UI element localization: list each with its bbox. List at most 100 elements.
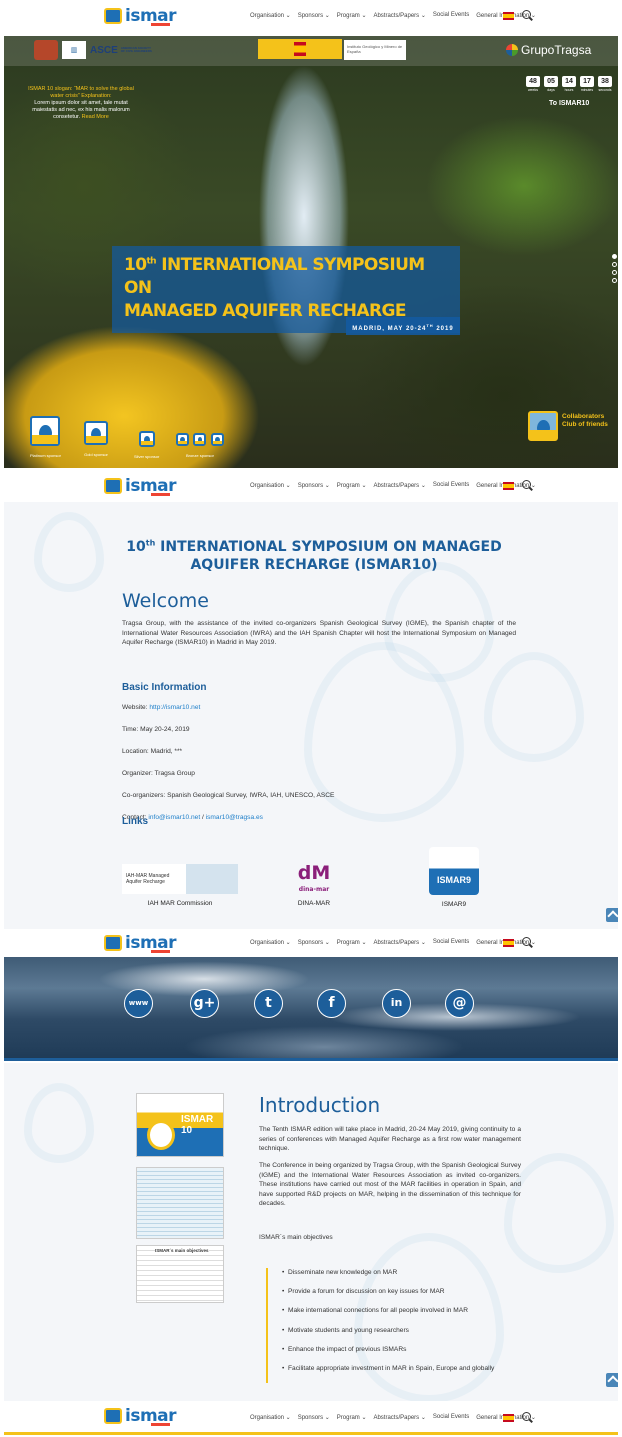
ismar-logo[interactable]: ismar [104,476,177,498]
menu-organisation[interactable]: Organisation ⌄ [250,939,291,946]
spanish-flag-icon[interactable] [503,12,514,20]
spanish-flag-icon[interactable] [503,1414,514,1422]
silver-sponsor[interactable]: Silver sponsor [134,431,159,459]
twitter-icon[interactable]: t [254,989,283,1018]
info-organizer: Organizer: Tragsa Group [122,770,195,777]
collaborators-link[interactable]: Collaborators Club of friends [528,411,618,446]
link-ismar9[interactable]: ISMAR9 ISMAR9 [429,847,479,908]
program-thumbnail[interactable] [136,1167,224,1239]
objectives-thumbnail[interactable]: ISMAR´s main objectives [136,1245,224,1303]
bronze-sponsor[interactable]: Bronze sponsor [176,433,224,458]
slider-dot[interactable] [612,254,617,259]
menu-organisation[interactable]: Organisation ⌄ [250,482,291,489]
menu-organisation[interactable]: Organisation ⌄ [250,1414,291,1421]
countdown-label: hours [564,88,574,92]
intro-paragraph-3: ISMAR´s main objectives [259,1234,333,1241]
grupotragsa-logo: GrupoTragsa [506,41,616,59]
countdown-seconds: 38 seconds [598,76,612,92]
logo-badge-icon [104,1408,122,1424]
read-more-link[interactable]: Read More [82,114,109,120]
website-icon[interactable]: www [124,989,153,1018]
menu-program[interactable]: Program ⌄ [337,939,367,946]
slider-dot[interactable] [612,270,617,275]
gold-sponsor[interactable]: Gold sponsor [84,421,108,457]
main-menu: Organisation ⌄ Sponsors ⌄ Program ⌄ Abst… [250,12,543,19]
hero-date-badge: MADRID, MAY 20-24TH 2019 [346,317,460,335]
link-caption: IAH MAR Commission [147,900,213,907]
platinum-sponsor[interactable]: Platinum sponsor [30,416,61,458]
menu-sponsors[interactable]: Sponsors ⌄ [298,1414,330,1421]
welcome-title: Welcome [122,590,209,612]
countdown-label: seconds [598,88,612,92]
info-label: Website: [122,704,150,711]
linkedin-icon[interactable]: in [382,989,411,1018]
google-plus-icon[interactable]: g+ [190,989,219,1018]
slogan-title: ISMAR 10 slogan: “MAR to solve the globa… [28,86,134,99]
igme-text: Instituto Geológico y Minero de España [347,44,403,54]
menu-program[interactable]: Program ⌄ [337,12,367,19]
spanish-flag-icon[interactable] [503,939,514,947]
main-menu: Organisation ⌄ Sponsors ⌄ Program ⌄ Abst… [250,939,543,946]
menu-social-events[interactable]: Social Events [433,12,469,19]
slider-dot[interactable] [612,262,617,267]
email-link[interactable]: ismar10@tragsa.es [206,814,263,821]
intro-paragraph-1: The Tenth ISMAR edition will take place … [259,1126,521,1153]
menu-abstracts[interactable]: Abstracts/Papers ⌄ [373,12,425,19]
sponsor-tier-label: Platinum sponsor [30,453,61,458]
dina-mar-logo-text: dina-mar [298,886,330,893]
poster-thumbnail[interactable]: ISMAR 10 [136,1093,224,1157]
website-link[interactable]: http://ismar10.net [149,704,200,711]
menu-abstracts[interactable]: Abstracts/Papers ⌄ [373,939,425,946]
countdown: 48 weeks 05 days 14 hours 17 minutes 38 secon… [526,76,616,92]
heading-rest: INTERNATIONAL SYMPOSIUM ON MANAGED AQUIF… [155,539,502,574]
spanish-flag-icon[interactable] [503,482,514,490]
ismar9-logo: ISMAR9 [429,847,479,895]
menu-program[interactable]: Program ⌄ [337,482,367,489]
spain-flag-icon [294,42,306,56]
scroll-to-top-button[interactable] [606,908,618,922]
countdown-value: 05 [544,76,558,87]
menu-program[interactable]: Program ⌄ [337,1414,367,1421]
facebook-icon[interactable]: f [317,989,346,1018]
link-dina-mar[interactable]: dM dina-mar DINA-MAR [284,860,344,907]
tragsa-text: GrupoTragsa [521,43,592,57]
ismar-logo[interactable]: ismar [104,1406,177,1428]
sticky-nav-bar: ismar Organisation ⌄ Sponsors ⌄ Program … [0,470,622,504]
logo-underline [151,493,170,496]
menu-organisation[interactable]: Organisation ⌄ [250,12,291,19]
search-icon[interactable] [522,1412,531,1421]
menu-social-events[interactable]: Social Events [433,1414,469,1421]
title-sup: th [146,256,156,267]
menu-abstracts[interactable]: Abstracts/Papers ⌄ [373,482,425,489]
basic-info-title: Basic Information [122,682,207,693]
menu-abstracts[interactable]: Abstracts/Papers ⌄ [373,1414,425,1421]
search-icon[interactable] [522,10,531,19]
info-time: Time: May 20-24, 2019 [122,726,190,733]
countdown-hours: 14 hours [562,76,576,92]
menu-sponsors[interactable]: Sponsors ⌄ [298,482,330,489]
top-nav-bar: ismar Organisation ⌄ Sponsors ⌄ Program … [0,0,622,34]
countdown-value: 17 [580,76,594,87]
hero-slider: ▥ ASCE AMERICAN SOCIETY OF CIVIL ENGINEE… [4,36,618,468]
igme-logo: Instituto Geológico y Minero de España [344,40,406,60]
water-drop-icon [84,421,108,445]
drop-background-shape [24,1083,94,1163]
welcome-section: 10th INTERNATIONAL SYMPOSIUM ON MANAGED … [4,502,618,929]
menu-sponsors[interactable]: Sponsors ⌄ [298,939,330,946]
sticky-nav-bar: ismar Organisation ⌄ Sponsors ⌄ Program … [0,1402,622,1432]
search-icon[interactable] [522,937,531,946]
drop-background-shape [34,512,104,592]
link-iah-mar[interactable]: IAH-MAR Managed Aquifer Recharge IAH MAR… [122,864,238,907]
ismar9-logo-text: ISMAR9 [436,875,471,885]
email-link[interactable]: info@ismar10.net [148,814,200,821]
scroll-to-top-button[interactable] [606,1373,618,1387]
ismar-logo[interactable]: ismar [104,6,177,28]
menu-social-events[interactable]: Social Events [433,482,469,489]
menu-sponsors[interactable]: Sponsors ⌄ [298,12,330,19]
slider-dot[interactable] [612,278,617,283]
email-icon[interactable]: @ [445,989,474,1018]
search-icon[interactable] [522,480,531,489]
menu-social-events[interactable]: Social Events [433,939,469,946]
ismar-logo[interactable]: ismar [104,933,177,955]
countdown-caption: To ISMAR10 [549,100,590,107]
